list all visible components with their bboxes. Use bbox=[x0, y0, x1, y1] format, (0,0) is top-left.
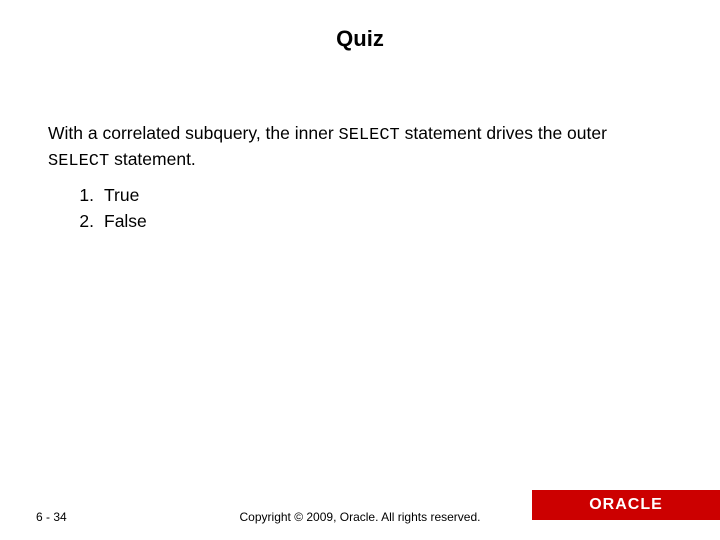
option-number: 2. bbox=[72, 210, 94, 234]
question-text-3: statement. bbox=[109, 149, 196, 169]
option-number: 1. bbox=[72, 184, 94, 208]
answer-options: 1. True 2. False bbox=[48, 184, 672, 233]
option-label: True bbox=[104, 185, 139, 205]
slide-title: Quiz bbox=[0, 0, 720, 52]
option-2: 2. False bbox=[72, 210, 672, 234]
slide-body: With a correlated subquery, the inner SE… bbox=[0, 52, 720, 233]
slide: Quiz With a correlated subquery, the inn… bbox=[0, 0, 720, 540]
option-1: 1. True bbox=[72, 184, 672, 208]
code-keyword-1: SELECT bbox=[339, 126, 400, 145]
copyright-text: Copyright © 2009, Oracle. All rights res… bbox=[0, 510, 720, 524]
slide-footer: ORACLE 6 - 34 Copyright © 2009, Oracle. … bbox=[0, 490, 720, 540]
question-text-1: With a correlated subquery, the inner bbox=[48, 123, 339, 143]
code-keyword-2: SELECT bbox=[48, 152, 109, 171]
question-text-2: statement drives the outer bbox=[400, 123, 607, 143]
option-label: False bbox=[104, 211, 147, 231]
quiz-question: With a correlated subquery, the inner SE… bbox=[48, 122, 672, 174]
